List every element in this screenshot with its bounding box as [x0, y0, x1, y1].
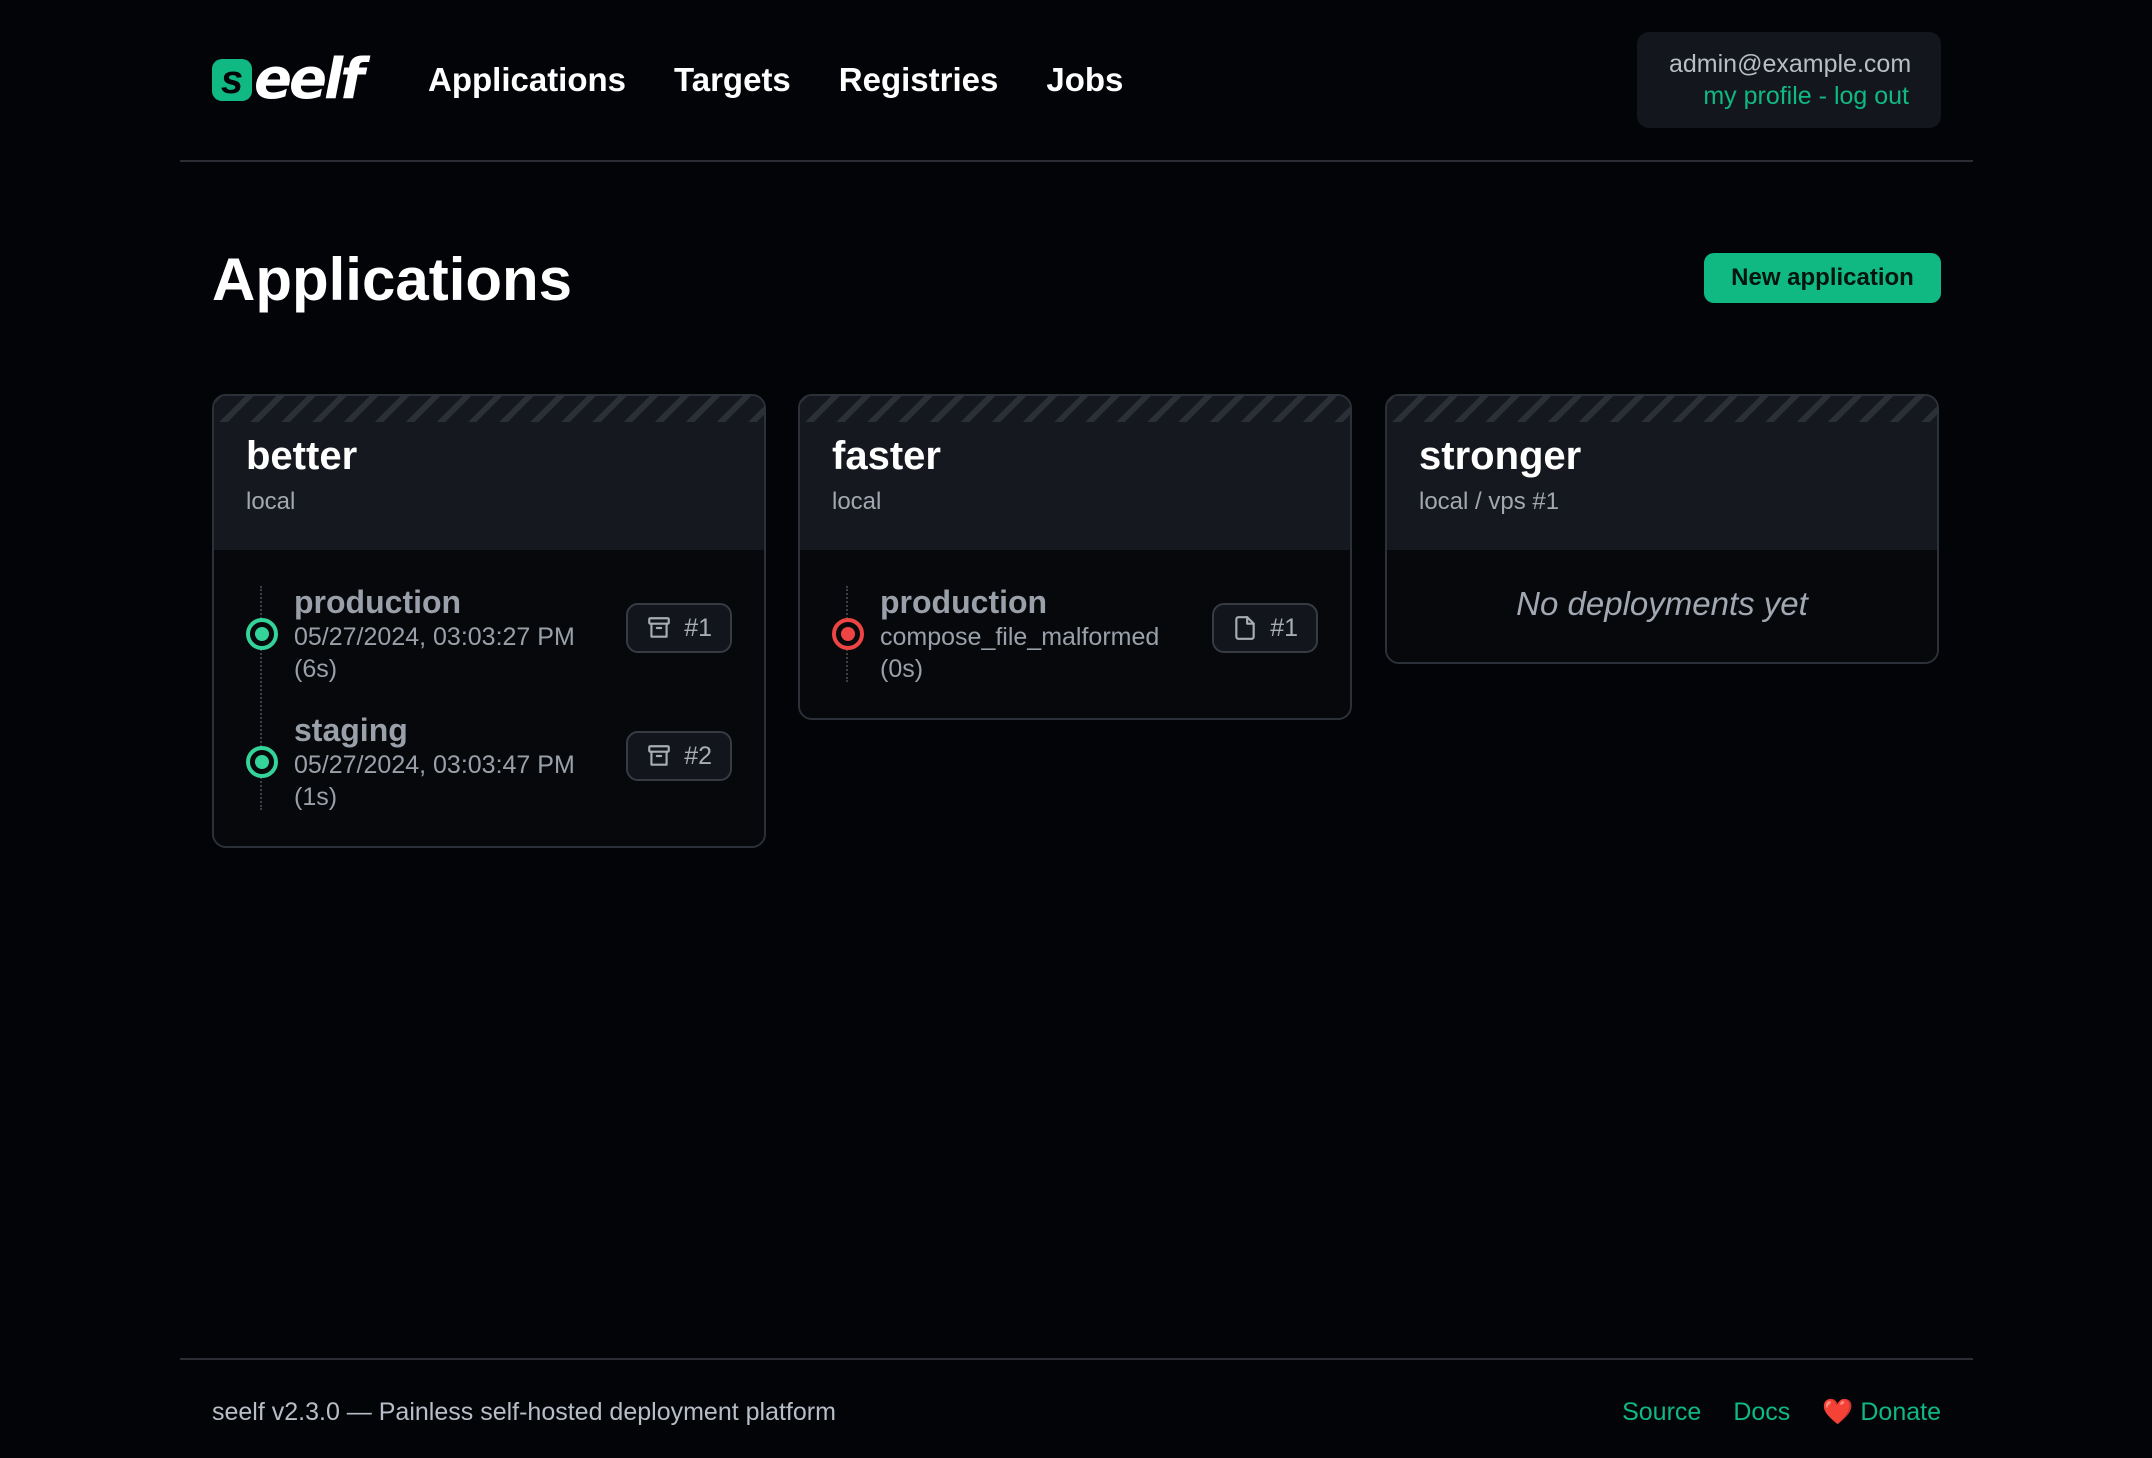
page-title: Applications — [212, 246, 573, 313]
footer: seelf v2.3.0 — Painless self-hosted depl… — [180, 1358, 1973, 1458]
deployment-duration: (6s) — [294, 655, 338, 683]
app-card-stronger[interactable]: stronger local / vps #1 No deployments y… — [1385, 394, 1939, 664]
my-profile-link[interactable]: my profile — [1703, 82, 1811, 110]
environment-production: production compose_file_malformed (0s) #… — [832, 582, 1318, 686]
deployment-link-button[interactable]: #1 — [626, 603, 732, 653]
deployment-error: compose_file_malformed — [880, 623, 1160, 651]
footer-links: Source Docs ❤️ Donate — [1622, 1396, 1941, 1428]
source-link[interactable]: Source — [1622, 1396, 1701, 1428]
environment-info: staging 05/27/2024, 03:03:47 PM (1s) — [294, 711, 626, 813]
app-card-header[interactable]: faster local — [800, 396, 1350, 550]
donate-link[interactable]: ❤️ Donate — [1822, 1396, 1941, 1428]
environment-name: staging — [294, 712, 408, 748]
archive-icon — [648, 617, 671, 638]
environment-list: production 05/27/2024, 03:03:27 PM (6s) … — [246, 582, 732, 814]
status-failed-icon — [832, 618, 864, 650]
environment-name: production — [294, 584, 462, 620]
deployment-duration: (0s) — [880, 655, 924, 683]
app-container: s eelf Applications Targets Registries J… — [180, 0, 1973, 1458]
header: s eelf Applications Targets Registries J… — [180, 0, 1973, 162]
user-links: my profile - log out — [1669, 80, 1909, 112]
deployment-number: #2 — [684, 741, 712, 770]
heart-icon: ❤️ — [1822, 1398, 1854, 1426]
app-card-body: production compose_file_malformed (0s) #… — [800, 550, 1350, 718]
app-card-body: production 05/27/2024, 03:03:27 PM (6s) … — [214, 550, 764, 846]
app-name[interactable]: stronger — [1419, 432, 1905, 480]
deployment-number: #1 — [1270, 613, 1298, 642]
environment-info: production 05/27/2024, 03:03:27 PM (6s) — [294, 583, 626, 685]
file-icon — [1235, 616, 1255, 640]
app-card-better[interactable]: better local production 05/27/2024, 03:0… — [212, 394, 766, 848]
app-card-header[interactable]: stronger local / vps #1 — [1387, 396, 1937, 550]
app-target: local — [246, 488, 296, 515]
new-application-button[interactable]: New application — [1704, 253, 1941, 303]
log-out-link[interactable]: log out — [1834, 82, 1909, 110]
deployment-number: #1 — [684, 613, 712, 642]
user-links-separator: - — [1818, 82, 1827, 110]
app-card-faster[interactable]: faster local production compose_file_mal… — [798, 394, 1352, 720]
app-target: local — [832, 488, 882, 515]
app-card-body: No deployments yet — [1387, 550, 1937, 662]
donate-label: Donate — [1860, 1398, 1941, 1426]
deployment-link-button[interactable]: #2 — [626, 731, 732, 781]
environment-info: production compose_file_malformed (0s) — [880, 583, 1212, 685]
environment-list: production compose_file_malformed (0s) #… — [832, 582, 1318, 686]
deployment-date: 05/27/2024, 03:03:47 PM — [294, 751, 575, 779]
seelf-logo[interactable]: s eelf — [212, 47, 365, 112]
nav-applications[interactable]: Applications — [428, 58, 626, 102]
environment-name: production — [880, 584, 1048, 620]
main-nav: Applications Targets Registries Jobs — [428, 58, 1123, 102]
environment-staging: staging 05/27/2024, 03:03:47 PM (1s) #2 — [246, 710, 732, 814]
deployment-duration: (1s) — [294, 783, 338, 811]
environment-production: production 05/27/2024, 03:03:27 PM (6s) … — [246, 582, 732, 686]
user-panel: admin@example.com my profile - log out — [1637, 32, 1941, 128]
app-name[interactable]: better — [246, 432, 732, 480]
footer-version-text: seelf v2.3.0 — Painless self-hosted depl… — [212, 1398, 836, 1426]
app-name[interactable]: faster — [832, 432, 1318, 480]
nav-registries[interactable]: Registries — [839, 58, 999, 102]
no-deployments-text: No deployments yet — [1516, 585, 1808, 622]
nav-targets[interactable]: Targets — [674, 58, 791, 102]
logo-text: eelf — [254, 47, 365, 112]
status-success-icon — [246, 618, 278, 650]
logo-mark-icon: s — [212, 59, 252, 101]
nav-jobs[interactable]: Jobs — [1046, 58, 1123, 102]
deployment-date: 05/27/2024, 03:03:27 PM — [294, 623, 575, 651]
app-target: local / vps #1 — [1419, 488, 1560, 515]
app-card-header[interactable]: better local — [214, 396, 764, 550]
docs-link[interactable]: Docs — [1733, 1396, 1790, 1428]
status-success-icon — [246, 746, 278, 778]
user-email: admin@example.com — [1669, 50, 1912, 78]
deployment-link-button[interactable]: #1 — [1212, 603, 1318, 653]
archive-icon — [648, 745, 671, 766]
